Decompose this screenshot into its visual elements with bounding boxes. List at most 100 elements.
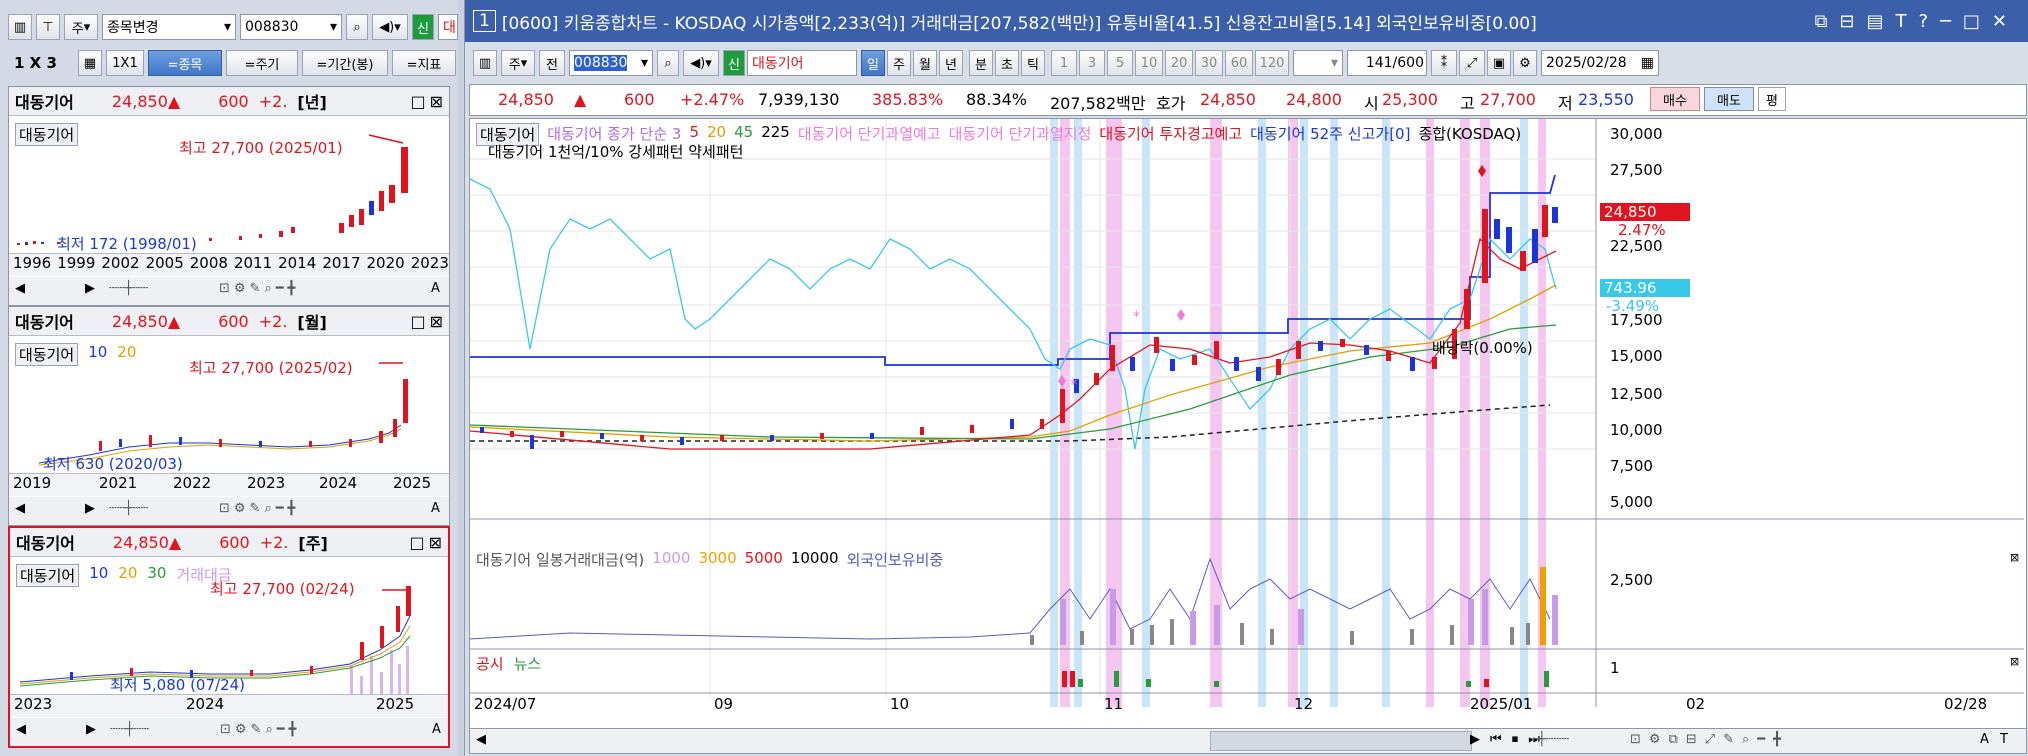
period-day[interactable]: 일 bbox=[861, 50, 885, 76]
bar-count-value: 141 bbox=[1365, 55, 1393, 71]
prev-button[interactable]: 전 bbox=[539, 50, 565, 76]
buy-button[interactable]: 매수 bbox=[1650, 87, 1700, 111]
close-icon[interactable]: ⊠ bbox=[430, 312, 443, 331]
mini-scrollbar[interactable]: ◀ ▶ ┄┄┼┄┄ ⊡⚙✎⌕━╋ A bbox=[9, 497, 449, 525]
mini-min-label: 최저 630 (2020/03) bbox=[43, 455, 183, 473]
sync-stock-button[interactable]: =종목 bbox=[148, 50, 222, 76]
left-mode-select[interactable]: 종목변경 ▾ bbox=[102, 14, 236, 40]
overheat-star: * bbox=[1133, 309, 1140, 325]
main-code-input[interactable]: 008830 ▾ bbox=[569, 50, 653, 76]
scroll-thumb[interactable] bbox=[1210, 731, 1472, 751]
period-year[interactable]: 년 bbox=[939, 50, 963, 76]
close-icon[interactable]: ⊠ bbox=[430, 92, 443, 111]
maximize-icon[interactable]: □ bbox=[410, 312, 425, 331]
period-tick[interactable]: 틱 bbox=[1021, 50, 1045, 76]
interval-30[interactable]: 30 bbox=[1195, 50, 1223, 76]
left-code-input[interactable]: 008830 ▾ bbox=[240, 14, 342, 40]
scroll-left-icon[interactable]: ◀ bbox=[15, 501, 25, 516]
chart-tool-icons[interactable]: ⊡⚙✎⌕━╋ bbox=[219, 281, 299, 296]
interval-1[interactable]: 1 bbox=[1051, 50, 1077, 76]
main-stock-name[interactable]: 대동기어 bbox=[747, 50, 857, 76]
settings-gear-icon[interactable]: ⚙ bbox=[1513, 50, 1537, 76]
interval-60[interactable]: 60 bbox=[1225, 50, 1253, 76]
sync-range-button[interactable]: =기간(봉) bbox=[302, 50, 388, 76]
interval-20[interactable]: 20 bbox=[1165, 50, 1193, 76]
main-sin-badge[interactable]: 신 bbox=[723, 50, 745, 76]
zoom-slider[interactable]: ┄┼┄┄┄ bbox=[1530, 732, 1569, 747]
one-by-one-button[interactable]: 1X1 bbox=[106, 50, 144, 76]
main-window: 1 [0600] 키움종합차트 - KOSDAQ 시가총액[2,233(억)] … bbox=[464, 0, 2028, 756]
sync-indicator-button[interactable]: =지표 bbox=[392, 50, 456, 76]
main-scrollbar[interactable]: ◀ ▶⏮⏹⏭ ┄┼┄┄┄ ⊡⚙⧉⊟⤢✎⌕━╋ A T bbox=[469, 728, 2027, 754]
interval-5[interactable]: 5 bbox=[1107, 50, 1133, 76]
period-week[interactable]: 주 bbox=[887, 50, 911, 76]
period-second[interactable]: 초 bbox=[995, 50, 1019, 76]
legend-invest-warning: 대동기어 투자경고예고 bbox=[1099, 125, 1243, 143]
left-sin-badge[interactable]: 신 bbox=[412, 14, 434, 40]
close-icon[interactable]: ⊠ bbox=[429, 533, 442, 552]
y-tick: 12,500 bbox=[1610, 385, 1663, 403]
sell-button[interactable]: 매도 bbox=[1704, 87, 1754, 111]
scroll-left-icon[interactable]: ◀ bbox=[16, 722, 26, 737]
legend-52week-high: 대동기어 52주 신고가[0] bbox=[1250, 125, 1411, 143]
bar-count-input[interactable]: 141/600 bbox=[1347, 50, 1427, 76]
interval-3[interactable]: 3 bbox=[1079, 50, 1105, 76]
calendar-icon[interactable]: ▦ bbox=[1641, 55, 1658, 71]
scroll-left-icon[interactable]: ◀ bbox=[15, 281, 25, 296]
mini-price: 24,850 bbox=[111, 91, 168, 111]
zoom-slider[interactable]: ┄┄┼┄┄ bbox=[110, 722, 149, 737]
bottom-tool-icons[interactable]: ⊡⚙⧉⊟⤢✎⌕━╋ bbox=[1630, 732, 1789, 747]
maximize-icon[interactable]: □ bbox=[409, 533, 424, 552]
mini-scrollbar[interactable]: ◀ ▶ ┄┄┼┄┄ ⊡⚙✎⌕━╋ A bbox=[10, 718, 448, 746]
chart-tool-icons[interactable]: ⊡⚙✎⌕━╋ bbox=[220, 722, 300, 737]
avg-button[interactable]: 평 bbox=[1758, 87, 1786, 111]
news-panel-close[interactable]: ⊠ bbox=[2010, 655, 2019, 668]
interval-custom-select[interactable]: ▾ bbox=[1293, 50, 1343, 76]
main-search-icon[interactable]: ⌕ bbox=[657, 50, 679, 76]
period-minute[interactable]: 분 bbox=[969, 50, 993, 76]
main-speaker-icon[interactable]: ◀)▾ bbox=[683, 50, 719, 76]
x-tick: 2024 bbox=[319, 474, 358, 492]
pin-icon[interactable]: ⊤ bbox=[36, 14, 60, 40]
sync-period-button[interactable]: =주기 bbox=[226, 50, 298, 76]
main-toolbar: ▥ 주 ▾ 전 008830 ▾ ⌕ ◀)▾ 신 대동기어 일 주 월 년 분 초 … bbox=[465, 46, 2028, 80]
volume-panel-close[interactable]: ⊠ bbox=[2010, 551, 2019, 564]
ma5-line bbox=[470, 237, 1557, 450]
maximize-icon[interactable]: □ bbox=[410, 92, 425, 111]
mini-text-tool[interactable]: A bbox=[432, 722, 441, 737]
text-tool-t[interactable]: T bbox=[2000, 732, 2008, 747]
legend-news: 뉴스 bbox=[513, 655, 542, 673]
scroll-right-icon[interactable]: ▶ bbox=[85, 281, 95, 296]
main-menu-button[interactable]: ▥ bbox=[473, 50, 497, 76]
text-tool-a[interactable]: A bbox=[1980, 732, 1989, 747]
scroll-left-icon[interactable]: ◀ bbox=[476, 732, 486, 747]
quote-high: 27,700 bbox=[1480, 90, 1536, 109]
zoom-slider[interactable]: ┄┄┼┄┄ bbox=[109, 281, 148, 296]
mini-text-tool[interactable]: A bbox=[431, 501, 440, 516]
overheat-star: * bbox=[1070, 377, 1077, 393]
scroll-right-icon[interactable]: ▶ bbox=[85, 501, 95, 516]
period-month[interactable]: 월 bbox=[913, 50, 937, 76]
mini-text-tool[interactable]: A bbox=[431, 281, 440, 296]
main-stock-name-value: 대동기어 bbox=[752, 56, 804, 72]
main-period-select[interactable]: 주 ▾ bbox=[501, 50, 535, 76]
left-period-select[interactable]: 주 ▾ bbox=[64, 14, 98, 40]
window-controls[interactable]: ⧉⊟▤T?─□✕ bbox=[1815, 11, 2019, 32]
grid-toggle-button[interactable]: ▦ bbox=[78, 50, 102, 76]
chart-tool-icons[interactable]: ⊡⚙✎⌕━╋ bbox=[219, 501, 299, 516]
save-icon[interactable]: ▣ bbox=[1487, 50, 1511, 76]
indicator-icon[interactable]: ⁑ bbox=[1431, 50, 1457, 76]
left-search-icon[interactable]: ⌕ bbox=[346, 14, 368, 40]
left-speaker-icon[interactable]: ◀)▾ bbox=[372, 14, 408, 40]
window-number-badge: 1 bbox=[473, 10, 496, 32]
x-tick: 10 bbox=[890, 695, 910, 713]
interval-120[interactable]: 120 bbox=[1255, 50, 1289, 76]
date-input[interactable]: 2025/02/28 ▦ bbox=[1541, 50, 1659, 76]
grid-menu-button[interactable]: ▥ bbox=[8, 14, 32, 40]
draw-line-icon[interactable]: ⤢ bbox=[1459, 50, 1485, 76]
left-name-partial[interactable]: 대 bbox=[438, 14, 458, 40]
scroll-right-icon[interactable]: ▶ bbox=[86, 722, 96, 737]
mini-scrollbar[interactable]: ◀ ▶ ┄┄┼┄┄ ⊡⚙✎⌕━╋ A bbox=[9, 277, 449, 305]
zoom-slider[interactable]: ┄┄┼┄┄ bbox=[109, 501, 148, 516]
interval-10[interactable]: 10 bbox=[1135, 50, 1163, 76]
